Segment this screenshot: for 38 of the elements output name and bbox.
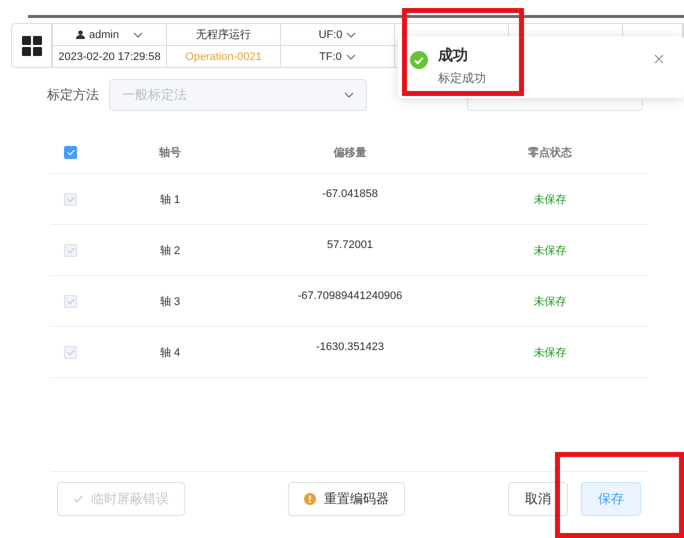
chevron-down-icon — [132, 32, 143, 38]
chevron-down-icon — [344, 92, 354, 98]
table-cell: 57.72001 — [327, 239, 373, 251]
column-header: 零点状态 — [528, 146, 572, 160]
status-text: 未保存 — [534, 244, 566, 258]
table-cell-text: 轴 1 — [160, 192, 180, 206]
warning-icon — [304, 493, 316, 505]
select-all-checkbox[interactable] — [64, 146, 77, 158]
status-text: 未保存 — [534, 192, 566, 206]
table-cell: -67.041858 — [322, 188, 378, 200]
close-icon[interactable] — [654, 54, 664, 64]
user-icon — [76, 30, 86, 39]
reset-encoder-button[interactable]: 重置编码器 — [288, 482, 405, 516]
cancel-button[interactable]: 取消 — [508, 482, 568, 516]
success-check-icon — [410, 51, 428, 69]
grid-icon — [22, 36, 42, 56]
table-cell-text: 轴 3 — [160, 294, 180, 308]
run-status: 无程序运行 — [167, 24, 281, 46]
uf-selector[interactable]: UF:0 — [281, 24, 395, 46]
status-text: 未保存 — [534, 294, 566, 308]
user-menu[interactable]: admin — [53, 24, 167, 46]
field-label: 标定方法 — [47, 86, 99, 104]
chevron-down-icon — [346, 32, 356, 38]
toast-message: 标定成功 — [438, 70, 486, 87]
table-cell-text: 轴 2 — [160, 244, 180, 258]
column-header: 轴号 — [159, 146, 181, 160]
status-text: 未保存 — [534, 346, 566, 360]
column-header: 偏移量 — [334, 146, 366, 160]
chevron-down-icon — [346, 54, 356, 60]
table-cell: -67.70989441240906 — [298, 290, 402, 302]
toast-title: 成功 — [438, 46, 468, 65]
datetime: 2023-02-20 17:29:58 — [53, 46, 167, 68]
program-name: Operation-0021 — [167, 46, 281, 68]
tf-selector[interactable]: TF:0 — [281, 46, 395, 68]
check-icon — [73, 494, 83, 504]
table-cell-text: 轴 4 — [160, 346, 180, 360]
table-cell: -1630.351423 — [316, 341, 384, 353]
apps-grid-button[interactable] — [11, 23, 52, 68]
